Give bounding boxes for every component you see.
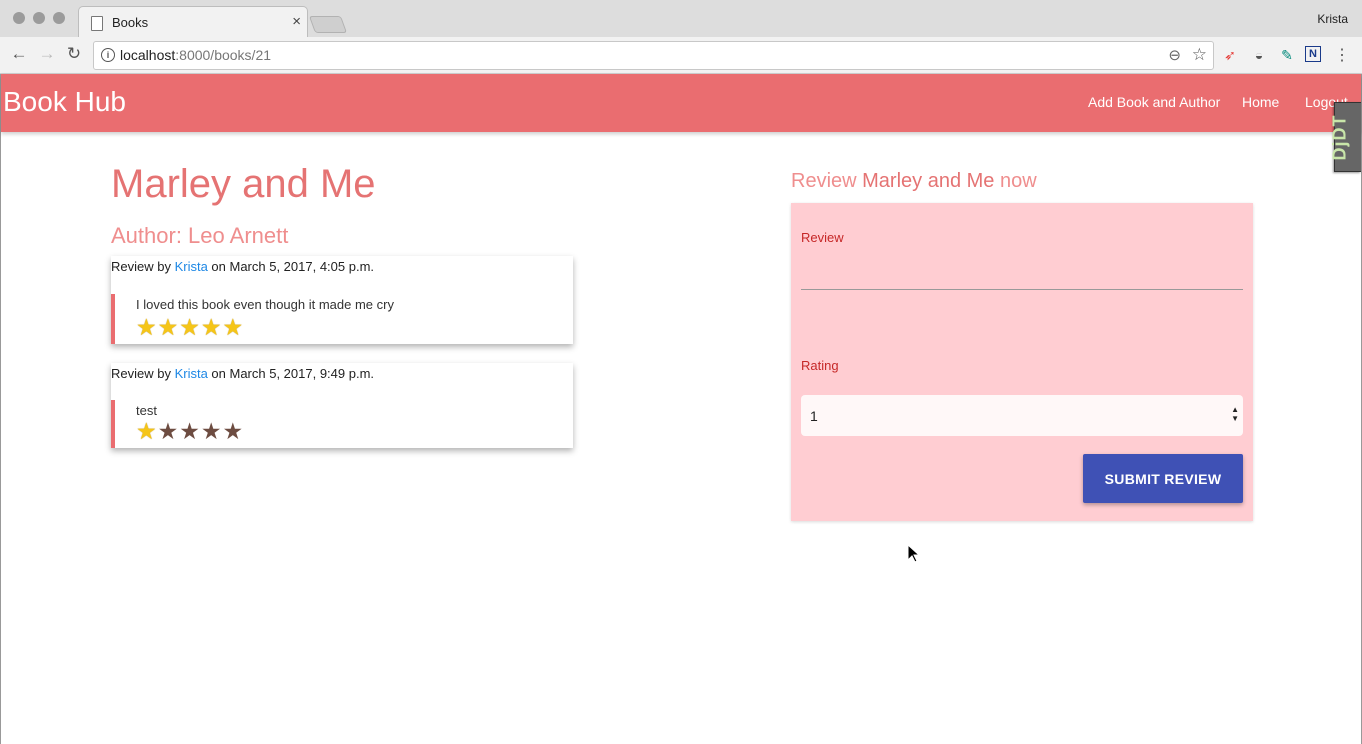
rocket-extension-icon[interactable]: ➶ [1221, 46, 1239, 64]
document-icon [91, 16, 103, 31]
review-heading-title: Marley and Me [862, 170, 995, 192]
star-rating: ★★★★★ [136, 315, 244, 339]
star-filled-icon: ★ [136, 314, 158, 340]
back-icon[interactable]: ← [8, 43, 30, 65]
star-rating: ★★★★★ [136, 419, 244, 443]
review-body: test ★★★★★ [111, 400, 577, 448]
browser-toolbar: ← → ↻ i localhost:8000/books/21 ⊖ ☆ ➶ ◒ … [0, 37, 1362, 74]
review-label: Review [801, 230, 844, 245]
reviewer-link[interactable]: Krista [175, 366, 208, 381]
bookmark-star-icon[interactable]: ☆ [1192, 45, 1207, 65]
review-card: Review by Krista on March 5, 2017, 9:49 … [111, 363, 573, 448]
maximize-window-button[interactable] [53, 12, 65, 24]
nav-add-book-author[interactable]: Add Book and Author [1088, 94, 1220, 110]
review-meta-prefix: Review by [111, 259, 175, 274]
menu-icon[interactable]: ⋮ [1334, 45, 1350, 65]
review-meta-prefix: Review by [111, 366, 175, 381]
review-meta: Review by Krista on March 5, 2017, 9:49 … [111, 366, 374, 381]
reload-icon[interactable]: ↻ [63, 43, 85, 65]
url-host: localhost [120, 47, 176, 63]
book-title: Marley and Me [111, 162, 376, 206]
review-form: Review Rating 1 ▲ ▼ SUBMIT REVIEW [791, 203, 1253, 521]
review-heading: Review Marley and Me now [791, 170, 1037, 193]
page: Book Hub Add Book and Author Home Logout… [0, 74, 1362, 744]
n-extension-icon[interactable]: N [1305, 46, 1321, 62]
browser-tab[interactable]: Books × [78, 6, 308, 38]
tab-title: Books [112, 15, 149, 30]
mouse-cursor-icon [907, 544, 921, 563]
zoom-icon[interactable]: ⊖ [1168, 46, 1181, 64]
url-path: :8000/books/21 [175, 47, 272, 63]
profile-name[interactable]: Krista [1317, 12, 1348, 26]
star-empty-icon: ★ [200, 418, 223, 444]
close-window-button[interactable] [13, 12, 25, 24]
review-text: I loved this book even though it made me… [136, 297, 394, 312]
review-heading-prefix: Review [791, 170, 863, 192]
review-card: Review by Krista on March 5, 2017, 4:05 … [111, 256, 573, 344]
review-meta-date: on March 5, 2017, 4:05 p.m. [207, 259, 375, 274]
submit-review-button[interactable]: SUBMIT REVIEW [1083, 454, 1243, 503]
tab-close-icon[interactable]: × [292, 13, 301, 30]
new-tab-button[interactable] [308, 16, 348, 33]
forward-icon[interactable]: → [36, 43, 58, 65]
navbar: Book Hub Add Book and Author Home Logout [1, 74, 1361, 132]
star-empty-icon: ★ [157, 418, 180, 444]
star-empty-icon: ★ [179, 418, 201, 444]
review-heading-suffix: now [994, 170, 1037, 192]
address-bar[interactable]: i localhost:8000/books/21 ⊖ ☆ [93, 41, 1214, 70]
star-filled-icon: ★ [136, 418, 158, 444]
nav-home[interactable]: Home [1242, 94, 1279, 110]
star-filled-icon: ★ [157, 314, 180, 340]
pocket-extension-icon[interactable]: ◒ [1250, 46, 1268, 64]
star-filled-icon: ★ [222, 314, 245, 340]
rating-select-value: 1 [810, 408, 818, 424]
review-body: I loved this book even though it made me… [111, 294, 577, 344]
eyedropper-extension-icon[interactable]: ✎ [1278, 46, 1296, 64]
review-input[interactable] [801, 255, 1243, 290]
rating-select[interactable]: 1 ▲ ▼ [801, 395, 1243, 436]
rating-label: Rating [801, 358, 839, 373]
select-arrows-icon: ▲ ▼ [1231, 405, 1239, 423]
minimize-window-button[interactable] [33, 12, 45, 24]
brand-logo[interactable]: Book Hub [3, 86, 126, 118]
browser-tabstrip: Books × Krista [0, 0, 1362, 38]
url-text[interactable]: localhost:8000/books/21 [120, 47, 271, 63]
review-meta: Review by Krista on March 5, 2017, 4:05 … [111, 259, 374, 274]
star-filled-icon: ★ [200, 314, 223, 340]
debug-toolbar-handle[interactable]: DjDT [1330, 102, 1361, 172]
star-empty-icon: ★ [222, 418, 245, 444]
reviewer-link[interactable]: Krista [175, 259, 208, 274]
review-text: test [136, 403, 157, 418]
star-filled-icon: ★ [179, 314, 201, 340]
review-meta-date: on March 5, 2017, 9:49 p.m. [207, 366, 375, 381]
debug-toolbar-label: DjDT [1329, 114, 1350, 161]
info-icon[interactable]: i [101, 48, 115, 62]
book-author: Author: Leo Arnett [111, 223, 289, 248]
